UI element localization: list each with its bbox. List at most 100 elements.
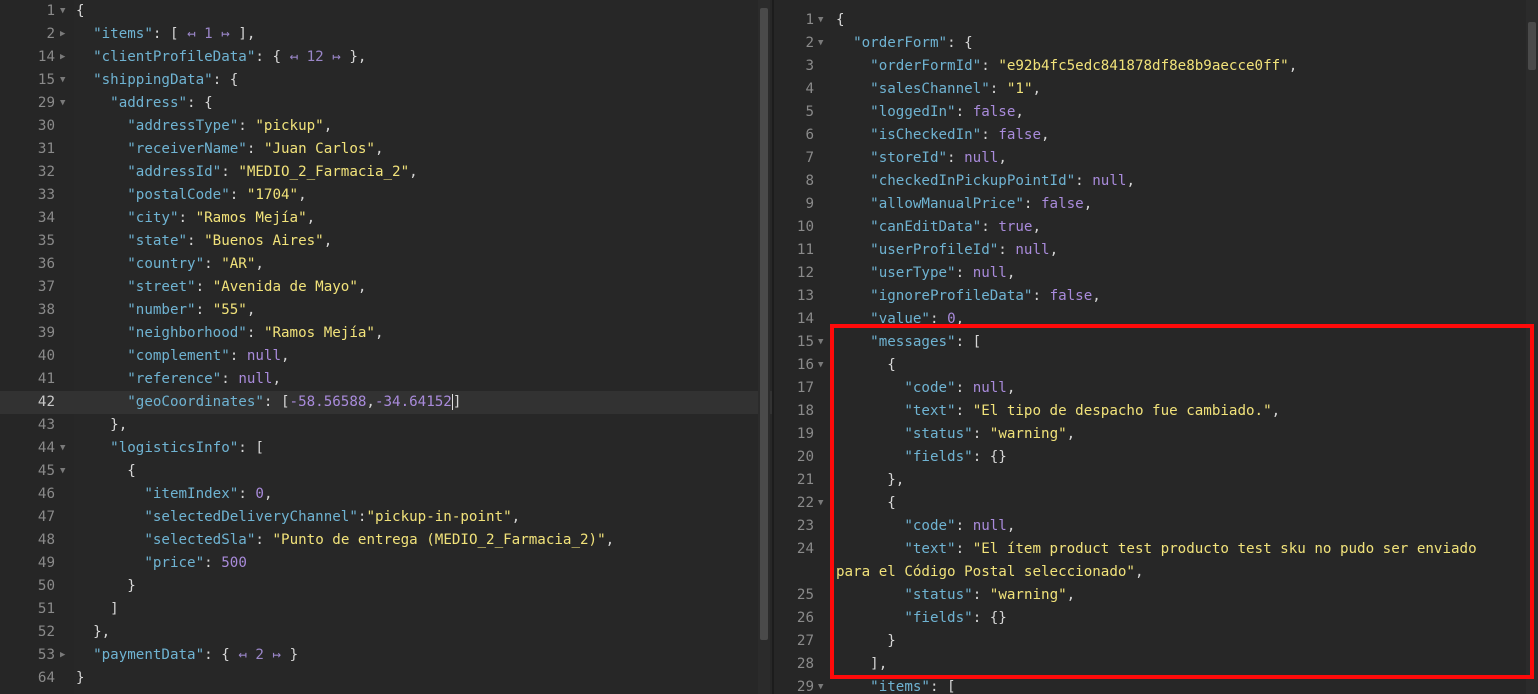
code-text[interactable]: "items": [ — [836, 676, 955, 694]
code-text[interactable]: "userProfileId": null, — [836, 239, 1058, 262]
right-code-line[interactable]: 27 } — [774, 630, 1538, 653]
code-text[interactable]: "code": null, — [836, 377, 1015, 400]
left-code-line[interactable]: 35 "state": "Buenos Aires", — [0, 230, 772, 253]
fold-collapsed-arrow-icon[interactable]: ▶ — [60, 46, 65, 69]
code-text[interactable]: "salesChannel": "1", — [836, 78, 1041, 101]
right-code-line[interactable]: 1 ▼ { — [774, 9, 1538, 32]
code-text[interactable]: "itemIndex": 0, — [76, 483, 272, 506]
code-text[interactable]: "canEditData": true, — [836, 216, 1041, 239]
fold-expanded-arrow-icon[interactable]: ▼ — [818, 331, 823, 354]
right-code-line[interactable]: 16 ▼ { — [774, 354, 1538, 377]
left-code-line[interactable]: 49 "price": 500 — [0, 552, 772, 575]
left-editor-pane[interactable]: 1 ▼ {2 ▶ "items": [ ↤ 1 ↦ ], 14 ▶ "clientProf… — [0, 0, 772, 694]
right-code-line[interactable]: 29 ▼ "items": [ — [774, 676, 1538, 694]
fold-expanded-arrow-icon[interactable]: ▼ — [60, 460, 65, 483]
code-text[interactable]: "address": { — [76, 92, 213, 115]
left-code-line[interactable]: 64} — [0, 667, 772, 690]
code-text[interactable]: "ignoreProfileData": false, — [836, 285, 1101, 308]
left-code-line[interactable]: 48 "selectedSla": "Punto de entrega (MED… — [0, 529, 772, 552]
code-text[interactable]: "items": [ ↤ 1 ↦ ], — [76, 23, 255, 46]
code-text[interactable]: "status": "warning", — [836, 584, 1075, 607]
right-code-line[interactable]: 13 "ignoreProfileData": false, — [774, 285, 1538, 308]
code-text[interactable]: { — [836, 354, 896, 377]
code-text[interactable]: "street": "Avenida de Mayo", — [76, 276, 366, 299]
right-code-line[interactable]: 12 "userType": null, — [774, 262, 1538, 285]
left-code-line[interactable]: 32 "addressId": "MEDIO_2_Farmacia_2", — [0, 161, 772, 184]
right-code-line[interactable]: 21 }, — [774, 469, 1538, 492]
left-code-line[interactable]: 33 "postalCode": "1704", — [0, 184, 772, 207]
code-text[interactable]: { — [836, 492, 896, 515]
fold-expanded-arrow-icon[interactable]: ▼ — [818, 354, 823, 377]
code-text[interactable]: "allowManualPrice": false, — [836, 193, 1092, 216]
code-text[interactable]: "complement": null, — [76, 345, 289, 368]
left-code-line[interactable]: 50 } — [0, 575, 772, 598]
code-text[interactable]: ], — [836, 653, 887, 676]
code-text[interactable]: "isCheckedIn": false, — [836, 124, 1049, 147]
fold-collapsed-arrow-icon[interactable]: ▶ — [60, 23, 65, 46]
right-code-line[interactable]: 18 "text": "El tipo de despacho fue camb… — [774, 400, 1538, 423]
code-text[interactable]: { — [836, 9, 845, 32]
right-code-line[interactable]: 23 "code": null, — [774, 515, 1538, 538]
fold-expanded-arrow-icon[interactable]: ▼ — [818, 32, 823, 55]
code-text[interactable]: } — [836, 630, 896, 653]
right-code-line[interactable]: 15 ▼ "messages": [ — [774, 331, 1538, 354]
code-text[interactable]: "selectedDeliveryChannel":"pickup-in-poi… — [76, 506, 520, 529]
code-text[interactable]: } — [76, 667, 85, 690]
right-vertical-scrollbar[interactable] — [1526, 0, 1538, 694]
right-code-line[interactable]: 4 "salesChannel": "1", — [774, 78, 1538, 101]
fold-collapsed-arrow-icon[interactable]: ▶ — [60, 644, 65, 667]
code-text[interactable]: "state": "Buenos Aires", — [76, 230, 332, 253]
fold-expanded-arrow-icon[interactable]: ▼ — [60, 92, 65, 115]
right-code-line[interactable]: 6 "isCheckedIn": false, — [774, 124, 1538, 147]
fold-expanded-arrow-icon[interactable]: ▼ — [818, 9, 823, 32]
left-vertical-scrollbar[interactable] — [758, 0, 770, 694]
code-text[interactable]: "storeId": null, — [836, 147, 1007, 170]
right-code-line[interactable]: 19 "status": "warning", — [774, 423, 1538, 446]
left-code-line[interactable]: 30 "addressType": "pickup", — [0, 115, 772, 138]
code-text[interactable]: "selectedSla": "Punto de entrega (MEDIO_… — [76, 529, 614, 552]
left-code-line[interactable]: 39 "neighborhood": "Ramos Mejía", — [0, 322, 772, 345]
code-text[interactable]: }, — [76, 621, 110, 644]
code-text[interactable]: "code": null, — [836, 515, 1015, 538]
code-text[interactable]: "addressId": "MEDIO_2_Farmacia_2", — [76, 161, 417, 184]
left-code-line[interactable]: 14 ▶ "clientProfileData": { ↤ 12 ↦ }, — [0, 46, 772, 69]
code-text[interactable]: "paymentData": { ↤ 2 ↦ } — [76, 644, 298, 667]
code-text[interactable]: "userType": null, — [836, 262, 1015, 285]
right-code-line[interactable]: 26 "fields": {} — [774, 607, 1538, 630]
fold-expanded-arrow-icon[interactable]: ▼ — [60, 69, 65, 92]
right-code-line[interactable]: 25 "status": "warning", — [774, 584, 1538, 607]
right-code-line[interactable]: 7 "storeId": null, — [774, 147, 1538, 170]
code-text[interactable]: }, — [76, 414, 127, 437]
code-text[interactable]: ] — [76, 598, 119, 621]
code-text[interactable]: "checkedInPickupPointId": null, — [836, 170, 1135, 193]
code-text[interactable]: "messages": [ — [836, 331, 981, 354]
left-code-line[interactable]: 53 ▶ "paymentData": { ↤ 2 ↦ } — [0, 644, 772, 667]
code-text[interactable]: "country": "AR", — [76, 253, 264, 276]
right-editor-pane[interactable]: 1 ▼{2 ▼ "orderForm": {3 "orderFormId": "e9… — [772, 0, 1538, 694]
code-text[interactable]: "value": 0, — [836, 308, 964, 331]
left-code-line[interactable]: 42 "geoCoordinates": [-58.56588,-34.6415… — [0, 391, 772, 414]
code-text[interactable]: "fields": {} — [836, 607, 1007, 630]
right-code-line[interactable]: 3 "orderFormId": "e92b4fc5edc841878df8e8… — [774, 55, 1538, 78]
right-code-line[interactable]: 17 "code": null, — [774, 377, 1538, 400]
right-code-line[interactable]: 20 "fields": {} — [774, 446, 1538, 469]
left-code-line[interactable]: 45 ▼ { — [0, 460, 772, 483]
left-code-line[interactable]: 31 "receiverName": "Juan Carlos", — [0, 138, 772, 161]
code-text[interactable]: "city": "Ramos Mejía", — [76, 207, 315, 230]
code-text[interactable]: "price": 500 — [76, 552, 247, 575]
code-text[interactable]: "text": "El tipo de despacho fue cambiad… — [836, 400, 1280, 423]
code-text[interactable]: "text": "El ítem product test producto t… — [836, 538, 1476, 561]
right-code-line[interactable]: 9 "allowManualPrice": false, — [774, 193, 1538, 216]
right-code-line[interactable]: 5 "loggedIn": false, — [774, 101, 1538, 124]
code-text[interactable]: "number": "55", — [76, 299, 255, 322]
left-code-line[interactable]: 43 }, — [0, 414, 772, 437]
code-text[interactable]: "orderForm": { — [836, 32, 973, 55]
code-text[interactable]: { — [76, 460, 136, 483]
code-text[interactable]: { — [76, 0, 85, 23]
code-text[interactable]: "loggedIn": false, — [836, 101, 1024, 124]
code-text[interactable]: }, — [836, 469, 904, 492]
code-text[interactable]: "clientProfileData": { ↤ 12 ↦ }, — [76, 46, 366, 69]
fold-expanded-arrow-icon[interactable]: ▼ — [818, 492, 823, 515]
code-text[interactable]: "reference": null, — [76, 368, 281, 391]
fold-expanded-arrow-icon[interactable]: ▼ — [60, 0, 65, 23]
